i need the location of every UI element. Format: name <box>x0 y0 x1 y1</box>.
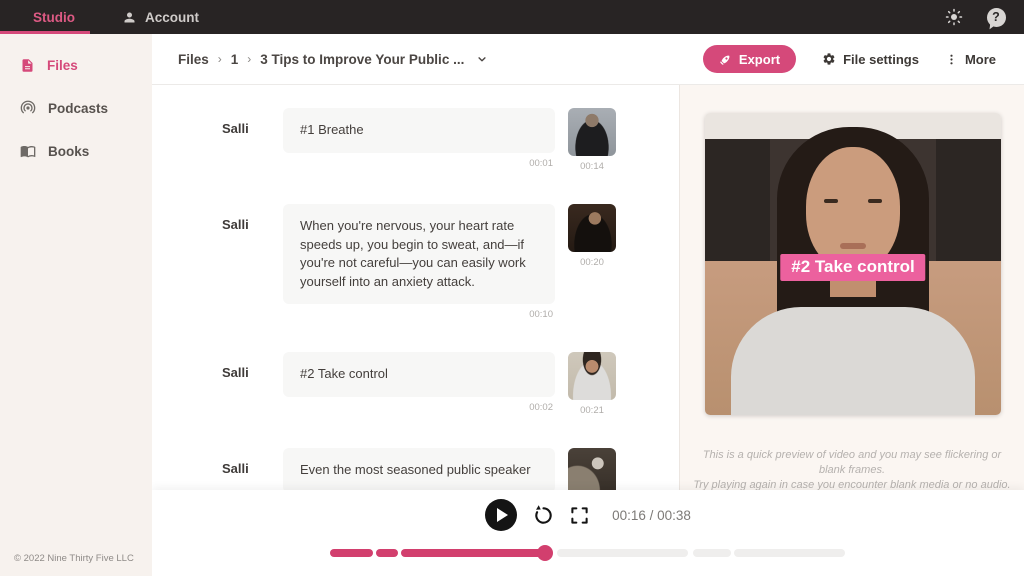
transcript-text-block[interactable]: Even the most seasoned public speaker <box>283 448 555 490</box>
progress-segment-remaining[interactable] <box>557 549 688 557</box>
breadcrumb-separator-icon: › <box>218 52 222 66</box>
breadcrumb-files[interactable]: Files <box>178 52 209 67</box>
progress-segment-played[interactable] <box>401 549 543 557</box>
help-glyph: ? <box>992 10 1000 24</box>
preview-person-eye <box>824 199 838 203</box>
block-duration: 00:10 <box>283 309 555 320</box>
rocket-icon <box>716 50 734 68</box>
speaker-name[interactable]: Salli <box>222 108 283 172</box>
fullscreen-icon <box>570 506 589 525</box>
block-duration: 00:02 <box>283 402 555 413</box>
speaker-name[interactable]: Salli <box>222 204 283 320</box>
video-preview[interactable]: #2 Take control <box>705 113 1001 415</box>
transcript-row: Salli When you're nervous, your heart ra… <box>222 204 679 320</box>
tab-studio[interactable]: Studio <box>0 0 90 34</box>
transcript-text-block[interactable]: #1 Breathe <box>283 108 555 153</box>
sidebar-item-label: Podcasts <box>48 101 108 116</box>
account-label: Account <box>145 10 199 25</box>
preview-panel: #2 Take control This is a quick preview … <box>679 85 1024 490</box>
preview-disclaimer: This is a quick preview of video and you… <box>690 448 1014 493</box>
breadcrumb: Files › 1 › 3 Tips to Improve Your Publi… <box>152 52 489 67</box>
transcript-row: Salli Even the most seasoned public spea… <box>222 448 679 490</box>
sidebar-item-books[interactable]: Books <box>0 139 152 163</box>
time-display: 00:16 / 00:38 <box>612 508 691 523</box>
restart-icon <box>532 504 555 527</box>
video-thumbnail[interactable] <box>568 352 616 400</box>
book-icon <box>20 143 36 159</box>
gear-icon <box>822 52 836 66</box>
sidebar-item-podcasts[interactable]: Podcasts <box>0 96 152 120</box>
progress-segment-played[interactable] <box>376 549 398 557</box>
sidebar-item-label: Files <box>47 58 78 73</box>
thumbnail-timestamp: 00:21 <box>568 405 616 416</box>
transcript-list: Salli #1 Breathe 00:01 00:14 Salli When … <box>152 85 679 490</box>
breadcrumb-current-file[interactable]: 3 Tips to Improve Your Public ... <box>260 52 464 67</box>
more-button[interactable]: More <box>945 52 996 67</box>
header-bar: Files › 1 › 3 Tips to Improve Your Publi… <box>152 34 1024 85</box>
progress-segment-remaining[interactable] <box>693 549 731 557</box>
tab-account[interactable]: Account <box>104 0 217 34</box>
disclaimer-line-1: This is a quick preview of video and you… <box>690 448 1014 478</box>
sidebar-item-files[interactable]: Files <box>0 53 152 77</box>
progress-bar[interactable] <box>330 545 845 561</box>
account-person-icon <box>122 10 137 25</box>
studio-label: Studio <box>33 10 75 25</box>
fullscreen-button[interactable] <box>570 506 589 525</box>
play-icon <box>497 508 508 522</box>
topbar-right: ? <box>944 0 1024 34</box>
speaker-name[interactable]: Salli <box>222 448 283 490</box>
file-settings-label: File settings <box>843 52 919 67</box>
file-icon <box>20 58 35 73</box>
export-button[interactable]: Export <box>703 45 796 73</box>
transcript-text-block[interactable]: #2 Take control <box>283 352 555 397</box>
progress-segment-remaining[interactable] <box>734 549 845 557</box>
breadcrumb-folder[interactable]: 1 <box>231 52 239 67</box>
progress-track[interactable] <box>330 549 845 557</box>
thumbnail-timestamp: 00:14 <box>568 161 616 172</box>
header-actions: Export File settings More <box>703 45 1024 73</box>
preview-caption: #2 Take control <box>780 254 925 281</box>
breadcrumb-separator-icon: › <box>247 52 251 66</box>
thumbnail-timestamp: 00:20 <box>568 257 616 268</box>
preview-person-eye <box>868 199 882 203</box>
preview-person-shirt <box>731 307 975 415</box>
video-thumbnail[interactable] <box>568 204 616 252</box>
app-window: Studio Account ? Files Podcasts Books <box>0 0 1024 576</box>
video-thumbnail[interactable] <box>568 448 616 490</box>
speaker-name[interactable]: Salli <box>222 352 283 416</box>
theme-toggle-sun-icon[interactable] <box>944 7 964 27</box>
progress-handle[interactable] <box>537 545 553 561</box>
breadcrumb-chevron-down-icon[interactable] <box>475 52 489 66</box>
transcript-text-block[interactable]: When you're nervous, your heart rate spe… <box>283 204 555 304</box>
export-label: Export <box>739 52 780 67</box>
file-settings-button[interactable]: File settings <box>822 52 919 67</box>
topbar: Studio Account ? <box>0 0 1024 34</box>
sidebar: Files Podcasts Books © 2022 Nine Thirty … <box>0 34 152 576</box>
video-thumbnail[interactable] <box>568 108 616 156</box>
more-label: More <box>965 52 996 67</box>
transcript-row: Salli #2 Take control 00:02 00:21 <box>222 352 679 416</box>
transcript-row: Salli #1 Breathe 00:01 00:14 <box>222 108 679 172</box>
copyright-text: © 2022 Nine Thirty Five LLC <box>14 553 134 564</box>
player-controls: 00:16 / 00:38 <box>152 499 1024 531</box>
podcast-icon <box>20 100 36 116</box>
sidebar-item-label: Books <box>48 144 89 159</box>
play-button[interactable] <box>485 499 517 531</box>
progress-segment-played[interactable] <box>330 549 373 557</box>
player-bar: 00:16 / 00:38 <box>152 490 1024 576</box>
preview-person-mouth <box>840 243 866 249</box>
block-duration: 00:01 <box>283 158 555 169</box>
preview-person-face <box>806 147 900 271</box>
vertical-dots-icon <box>945 53 958 66</box>
restart-button[interactable] <box>532 504 555 527</box>
help-icon[interactable]: ? <box>986 7 1006 27</box>
